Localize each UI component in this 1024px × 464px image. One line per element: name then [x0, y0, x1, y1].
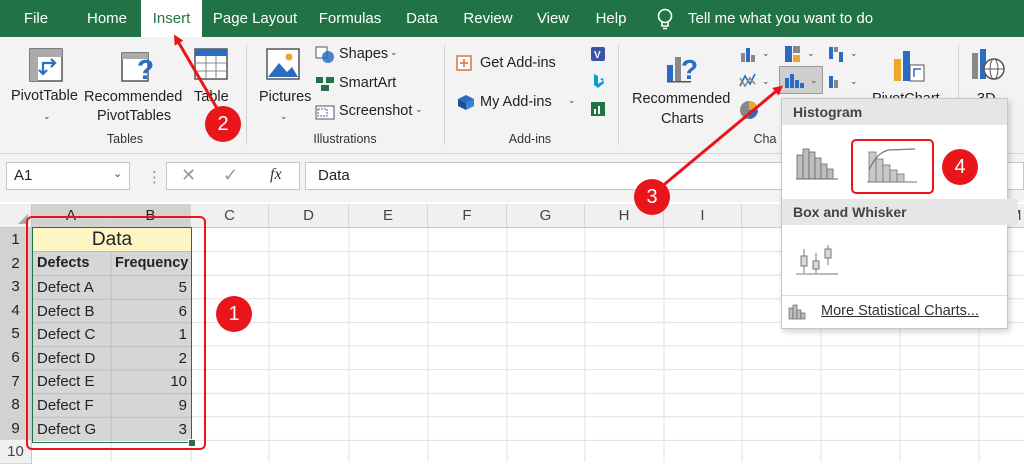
annotation-1: 1	[216, 296, 252, 332]
annotation-4: 4	[942, 149, 978, 185]
annotation-3: 3	[634, 179, 670, 215]
annotation-2: 2	[205, 106, 241, 142]
annotation-arrows	[173, 34, 784, 190]
